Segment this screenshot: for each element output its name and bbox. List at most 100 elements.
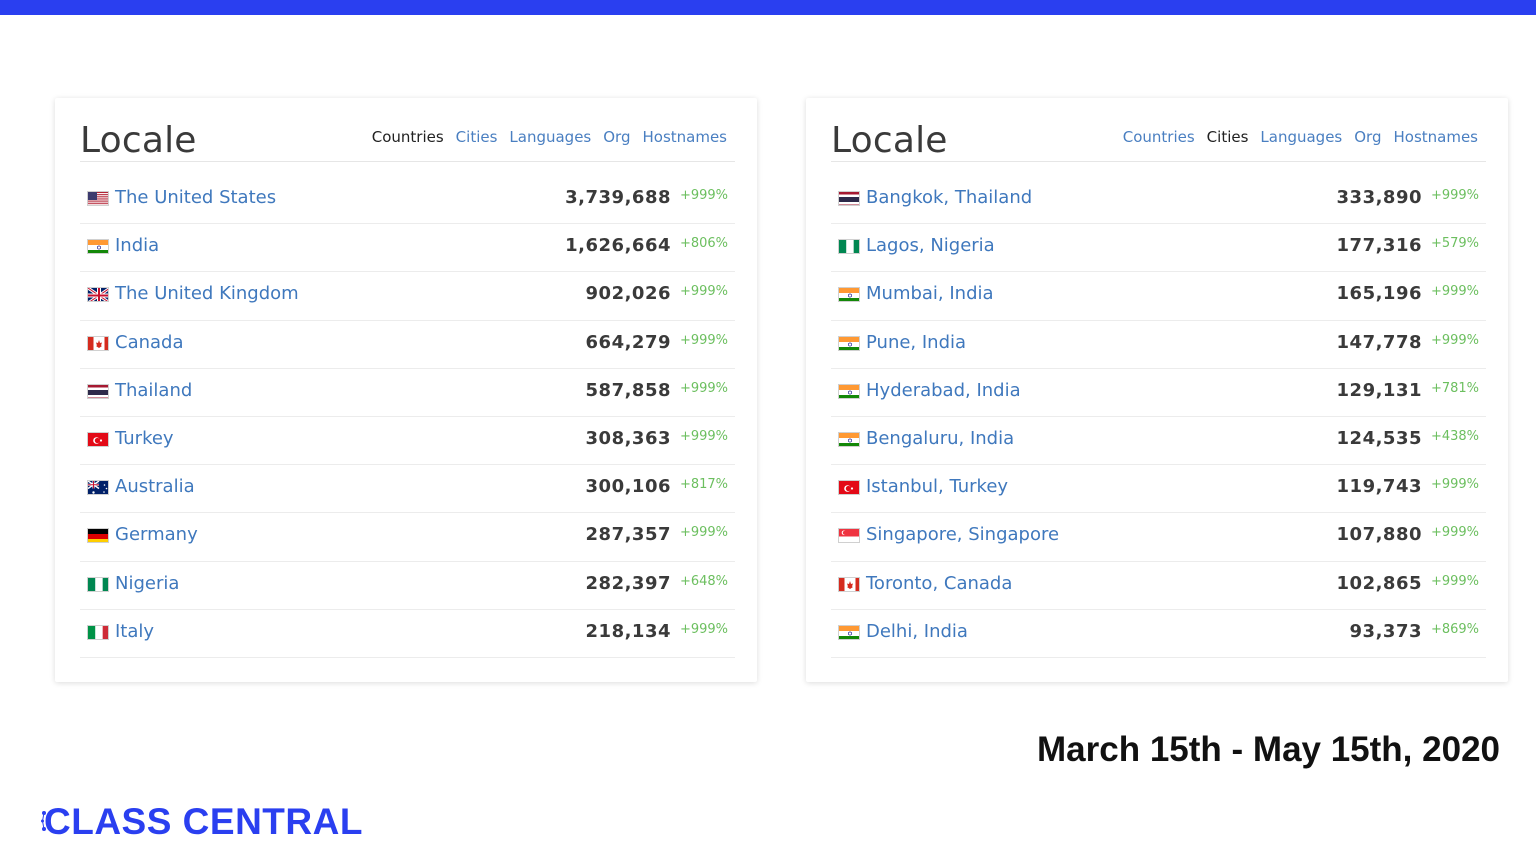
row-value: 3,739,688 (565, 187, 671, 208)
flag-in-icon (838, 335, 860, 351)
row-name-link[interactable]: India (115, 235, 159, 256)
row-change-badge: +817% (679, 477, 728, 493)
tab-hostnames[interactable]: Hostnames (642, 128, 727, 146)
panel-header: Locale Countries Cities Languages Org Ho… (831, 118, 1486, 162)
list-item: India 1,626,664 +806% (80, 224, 735, 273)
row-name-link[interactable]: Toronto, Canada (866, 573, 1012, 594)
row-value: 664,279 (585, 331, 671, 353)
tab-languages[interactable]: Languages (1260, 128, 1342, 146)
list-item: Italy 218,134 +999% (80, 610, 735, 658)
row-name-link[interactable]: Pune, India (866, 332, 966, 353)
list-item: Australia 300,106 +817% (80, 465, 735, 514)
flag-in-icon (87, 239, 109, 255)
row-value: 902,026 (585, 283, 671, 305)
row-name-link[interactable]: Bangkok, Thailand (866, 187, 1032, 208)
flag-tr-icon (87, 431, 109, 447)
row-change-badge: +999% (679, 380, 728, 396)
row-name-link[interactable]: Lagos, Nigeria (866, 235, 995, 256)
tab-org[interactable]: Org (1354, 128, 1381, 146)
row-value: 165,196 (1336, 283, 1422, 305)
row-name-link[interactable]: Nigeria (115, 573, 179, 594)
locale-panel-cities: Locale Countries Cities Languages Org Ho… (806, 98, 1508, 682)
flag-in-icon (838, 624, 860, 640)
row-change-badge: +648% (679, 573, 728, 589)
row-name-link[interactable]: Italy (115, 621, 154, 642)
tab-countries[interactable]: Countries (372, 128, 444, 146)
row-change-badge: +999% (679, 621, 728, 637)
list-item: Mumbai, India 165,196 +999% (831, 272, 1486, 321)
row-change-badge: +999% (679, 525, 728, 541)
brand-name: CLASS CENTRAL (44, 801, 363, 842)
row-change-badge: +999% (1430, 332, 1479, 348)
row-value: 102,865 (1336, 572, 1422, 594)
list-item: Singapore, Singapore 107,880 +999% (831, 513, 1486, 562)
tab-cities[interactable]: Cities (1207, 128, 1249, 146)
row-name-link[interactable]: Australia (115, 476, 195, 497)
flag-in-icon (838, 287, 860, 303)
row-value: 147,778 (1336, 331, 1422, 353)
top-accent-bar (0, 0, 1536, 15)
row-name-link[interactable]: Bengaluru, India (866, 428, 1014, 449)
row-change-badge: +999% (1430, 284, 1479, 300)
row-name-link[interactable]: Thailand (115, 380, 192, 401)
row-change-badge: +999% (1430, 477, 1479, 493)
row-name-link[interactable]: Mumbai, India (866, 283, 994, 304)
row-value: 308,363 (585, 427, 671, 449)
date-range-caption: March 15th - May 15th, 2020 (1037, 730, 1500, 769)
row-name-link[interactable]: Singapore, Singapore (866, 524, 1059, 545)
row-name-link[interactable]: Canada (115, 332, 184, 353)
row-value: 333,890 (1336, 187, 1422, 208)
flag-in-icon (838, 431, 860, 447)
row-change-badge: +999% (1430, 525, 1479, 541)
row-value: 177,316 (1336, 235, 1422, 257)
row-value: 119,743 (1336, 476, 1422, 498)
row-name-link[interactable]: Turkey (115, 428, 174, 449)
city-list: Bangkok, Thailand 333,890 +999% Lagos, Nige… (831, 176, 1486, 658)
panel-tabs: Countries Cities Languages Org Hostnames (372, 128, 727, 146)
flag-gb-icon (87, 287, 109, 303)
row-name-link[interactable]: Hyderabad, India (866, 380, 1021, 401)
row-value: 107,880 (1336, 524, 1422, 546)
panel-title: Locale (80, 120, 197, 161)
row-change-badge: +999% (679, 332, 728, 348)
row-change-badge: +438% (1430, 428, 1479, 444)
list-item: Pune, India 147,778 +999% (831, 321, 1486, 369)
list-item: Thailand 587,858 +999% (80, 369, 735, 417)
country-list: The United States 3,739,688 +999% India 1,62… (80, 176, 735, 658)
brand-logo: CLASS CENTRAL (41, 800, 363, 844)
flag-it-icon (87, 624, 109, 640)
row-name-link[interactable]: Germany (115, 524, 198, 545)
row-change-badge: +999% (679, 188, 728, 203)
row-value: 287,357 (585, 524, 671, 546)
list-item: Toronto, Canada 102,865 +999% (831, 562, 1486, 610)
row-name-link[interactable]: The United Kingdom (115, 283, 299, 304)
row-name-link[interactable]: Delhi, India (866, 621, 968, 642)
tab-hostnames[interactable]: Hostnames (1393, 128, 1478, 146)
tab-cities[interactable]: Cities (456, 128, 498, 146)
row-change-badge: +999% (679, 284, 728, 300)
row-name-link[interactable]: The United States (115, 187, 276, 208)
tab-languages[interactable]: Languages (509, 128, 591, 146)
row-value: 282,397 (585, 572, 671, 594)
list-item: The United Kingdom 902,026 +999% (80, 272, 735, 321)
row-value: 300,106 (585, 476, 671, 498)
tab-org[interactable]: Org (603, 128, 630, 146)
row-value: 587,858 (585, 379, 671, 401)
row-value: 1,626,664 (565, 235, 671, 257)
row-value: 218,134 (585, 620, 671, 642)
row-change-badge: +999% (679, 428, 728, 444)
row-change-badge: +869% (1430, 621, 1479, 637)
list-item: Istanbul, Turkey 119,743 +999% (831, 465, 1486, 514)
row-value: 93,373 (1349, 620, 1422, 642)
flag-th-icon (87, 383, 109, 399)
list-item: Germany 287,357 +999% (80, 513, 735, 562)
flag-in-icon (838, 383, 860, 399)
row-change-badge: +999% (1430, 573, 1479, 589)
row-name-link[interactable]: Istanbul, Turkey (866, 476, 1008, 497)
flag-sg-icon (838, 528, 860, 544)
row-value: 129,131 (1336, 379, 1422, 401)
tab-countries[interactable]: Countries (1123, 128, 1195, 146)
list-item: Canada 664,279 +999% (80, 321, 735, 369)
list-item: Bengaluru, India 124,535 +438% (831, 417, 1486, 466)
row-change-badge: +806% (679, 236, 728, 252)
